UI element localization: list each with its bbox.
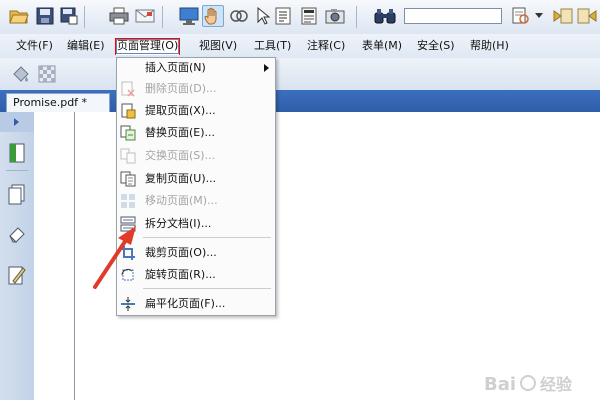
toolbar-separator bbox=[84, 6, 85, 28]
move-page-icon bbox=[120, 193, 136, 209]
menu-item-insert-page[interactable]: 插入页面(N) bbox=[117, 58, 275, 78]
menu-item-label: 裁剪页面(O)... bbox=[145, 246, 217, 259]
menu-item-swap-page: 交换页面(S)... bbox=[117, 146, 275, 166]
submenu-arrow-icon bbox=[264, 64, 269, 72]
page-management-menu: 插入页面(N) 删除页面(D)... 提取页面(X)... 替换页面(E)...… bbox=[116, 57, 276, 316]
binoculars-search-icon[interactable] bbox=[374, 5, 396, 27]
replace-page-icon bbox=[120, 125, 136, 141]
next-result-icon[interactable] bbox=[576, 5, 598, 27]
main-toolbar bbox=[0, 0, 600, 34]
panel-divider bbox=[6, 170, 28, 171]
menu-item-label: 拆分文档(I)... bbox=[145, 217, 212, 230]
menu-item-copy-page[interactable]: 复制页面(U)... bbox=[117, 169, 275, 189]
extract-page-icon bbox=[120, 103, 136, 119]
menu-tools[interactable]: 工具(T) bbox=[253, 38, 292, 54]
toolbar-separator bbox=[162, 6, 163, 28]
print-icon[interactable] bbox=[108, 5, 130, 27]
svg-text:经验: 经验 bbox=[540, 375, 573, 394]
navigation-panel bbox=[0, 112, 34, 400]
menu-item-label: 插入页面(N) bbox=[145, 61, 206, 74]
document-tab[interactable]: Promise.pdf * bbox=[6, 93, 110, 112]
panel-expand-button[interactable] bbox=[0, 112, 34, 132]
select-arrow-icon[interactable] bbox=[252, 5, 274, 27]
menu-form[interactable]: 表单(M) bbox=[361, 38, 403, 54]
menu-item-label: 扁平化页面(F)... bbox=[145, 297, 226, 310]
find-document-icon[interactable] bbox=[510, 5, 532, 27]
menu-separator bbox=[143, 288, 271, 289]
menu-edit[interactable]: 编辑(E) bbox=[66, 38, 106, 54]
pages-icon[interactable] bbox=[8, 184, 26, 206]
menu-item-label: 删除页面(D)... bbox=[145, 82, 217, 95]
menu-item-rotate-page[interactable]: 旋转页面(R)... bbox=[117, 265, 275, 285]
document-icon[interactable] bbox=[298, 5, 320, 27]
flatten-page-icon bbox=[120, 296, 136, 312]
page-edge bbox=[74, 112, 75, 400]
menu-item-extract-page[interactable]: 提取页面(X)... bbox=[117, 101, 275, 121]
hand-tool-icon[interactable] bbox=[202, 5, 224, 27]
search-input[interactable] bbox=[404, 8, 502, 24]
fill-bucket-icon[interactable] bbox=[10, 63, 32, 85]
menu-item-split-document[interactable]: 拆分文档(I)... bbox=[117, 214, 275, 234]
crop-page-icon bbox=[120, 245, 136, 261]
menu-item-move-page: 移动页面(M)... bbox=[117, 191, 275, 211]
menu-item-label: 复制页面(U)... bbox=[145, 172, 217, 185]
menu-item-replace-page[interactable]: 替换页面(E)... bbox=[117, 123, 275, 143]
save-icon[interactable] bbox=[34, 5, 56, 27]
menu-item-crop-page[interactable]: 裁剪页面(O)... bbox=[117, 243, 275, 263]
document-tab-strip: Promise.pdf * bbox=[0, 90, 600, 112]
open-folder-icon[interactable] bbox=[8, 5, 30, 27]
swap-page-icon bbox=[120, 148, 136, 164]
transparency-grid-icon[interactable] bbox=[36, 63, 58, 85]
menu-security[interactable]: 安全(S) bbox=[416, 38, 456, 54]
watermark-logo: Bai 经验 bbox=[484, 370, 594, 396]
select-text-icon[interactable] bbox=[272, 5, 294, 27]
previous-result-icon[interactable] bbox=[552, 5, 574, 27]
menu-view[interactable]: 视图(V) bbox=[198, 38, 238, 54]
svg-text:Bai: Bai bbox=[484, 374, 516, 395]
split-document-icon bbox=[120, 216, 136, 232]
secondary-toolbar bbox=[0, 58, 600, 90]
dropdown-arrow-icon[interactable] bbox=[534, 5, 544, 27]
menu-item-label: 移动页面(M)... bbox=[145, 194, 218, 207]
menu-item-flatten-page[interactable]: 扁平化页面(F)... bbox=[117, 294, 275, 314]
menu-bar: 文件(F) 编辑(E) 页面管理(O) 视图(V) 工具(T) 注释(C) 表单… bbox=[0, 34, 600, 58]
email-icon[interactable] bbox=[134, 5, 156, 27]
delete-page-icon bbox=[120, 81, 136, 97]
menu-separator bbox=[143, 237, 271, 238]
toolbar-separator bbox=[356, 6, 357, 28]
zoom-select-icon[interactable] bbox=[228, 5, 250, 27]
menu-item-label: 旋转页面(R)... bbox=[145, 268, 216, 281]
rotate-page-icon bbox=[120, 267, 136, 283]
menu-item-label: 交换页面(S)... bbox=[145, 149, 216, 162]
monitor-icon[interactable] bbox=[178, 5, 200, 27]
menu-item-delete-page: 删除页面(D)... bbox=[117, 79, 275, 99]
menu-help[interactable]: 帮助(H) bbox=[469, 38, 510, 54]
annotations-icon[interactable] bbox=[8, 224, 26, 246]
menu-comment[interactable]: 注释(C) bbox=[306, 38, 346, 54]
menu-item-label: 提取页面(X)... bbox=[145, 104, 216, 117]
menu-item-label: 替换页面(E)... bbox=[145, 126, 216, 139]
menu-page-management[interactable]: 页面管理(O) bbox=[115, 38, 181, 55]
snapshot-camera-icon[interactable] bbox=[324, 5, 346, 27]
page-thumbnails-icon[interactable] bbox=[8, 142, 26, 164]
menu-file[interactable]: 文件(F) bbox=[15, 38, 54, 54]
save-as-icon[interactable] bbox=[58, 5, 80, 27]
copy-page-icon bbox=[120, 171, 136, 187]
signature-pen-icon[interactable] bbox=[8, 264, 26, 286]
